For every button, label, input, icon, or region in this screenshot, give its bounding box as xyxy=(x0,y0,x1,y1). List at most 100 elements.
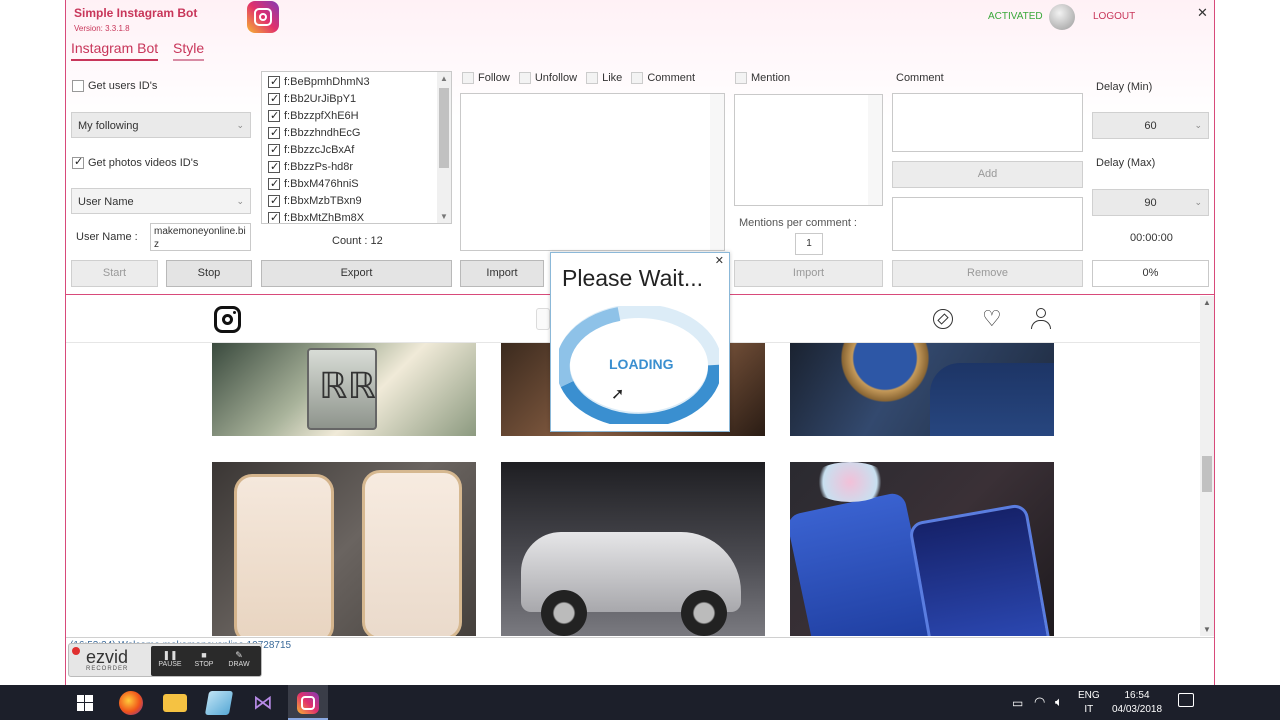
actions-textarea[interactable] xyxy=(460,93,725,251)
delay-max-label: Delay (Max) xyxy=(1096,157,1156,169)
list-item-checkbox[interactable] xyxy=(268,108,280,125)
source-select[interactable]: My following ⌄ xyxy=(71,112,251,138)
post-photo-watch[interactable] xyxy=(790,343,1054,436)
list-item-checkbox[interactable] xyxy=(268,125,280,142)
list-item-checkbox[interactable] xyxy=(268,210,280,223)
mode-select[interactable]: User Name ⌄ xyxy=(71,188,251,214)
search-input[interactable] xyxy=(536,308,550,330)
list-item-checkbox[interactable] xyxy=(268,74,280,91)
get-photos-videos-option[interactable]: Get photos videos ID's xyxy=(72,155,198,170)
list-item-checkbox[interactable] xyxy=(268,142,280,159)
firefox-icon[interactable] xyxy=(119,691,143,715)
compass-icon[interactable] xyxy=(933,309,953,329)
username-input[interactable]: makemoneyonline.biz xyxy=(150,223,251,251)
please-wait-dialog: ✕ Please Wait... LOADING ➚ xyxy=(550,252,730,432)
list-item[interactable]: f:Bb2UrJiBpY1 xyxy=(262,91,451,108)
get-users-ids-option[interactable]: Get users ID's xyxy=(72,80,157,93)
chevron-down-icon: ⌄ xyxy=(1194,197,1202,207)
profile-icon[interactable] xyxy=(1031,308,1051,330)
comment-input[interactable] xyxy=(892,93,1083,152)
start-button[interactable]: Start xyxy=(71,260,158,287)
comment-option-label: Comment xyxy=(647,72,696,85)
mention-option[interactable]: Mention xyxy=(735,72,790,85)
mentions-per-comment-input[interactable]: 1 xyxy=(795,233,823,255)
tab-instagram-bot[interactable]: Instagram Bot xyxy=(71,40,159,61)
comment-checkbox[interactable] xyxy=(631,72,644,85)
clock[interactable]: 16:54 04/03/2018 xyxy=(1108,689,1166,717)
stop-button[interactable]: Stop xyxy=(166,260,252,287)
scroll-down-icon[interactable]: ▼ xyxy=(440,212,448,221)
get-users-ids-checkbox[interactable] xyxy=(72,80,84,93)
scroll-down-icon[interactable]: ▼ xyxy=(1203,625,1211,634)
list-item[interactable]: f:BbzzPs-hd8r xyxy=(262,159,451,176)
heart-icon[interactable]: ♡ xyxy=(982,306,1002,332)
list-item[interactable]: f:BbxMtZhBm8X xyxy=(262,210,451,223)
delay-max-select[interactable]: 90 ⌄ xyxy=(1092,189,1209,216)
list-item[interactable]: f:BeBpmhDhmN3 xyxy=(262,74,451,91)
wifi-icon[interactable]: ◠ xyxy=(1034,694,1045,710)
taskbar-active-app[interactable] xyxy=(288,685,328,720)
mention-import-button[interactable]: Import xyxy=(734,260,883,287)
source-select-value: My following xyxy=(78,120,139,132)
close-icon[interactable]: ✕ xyxy=(715,254,724,267)
remove-comment-button[interactable]: Remove xyxy=(892,260,1083,287)
mention-scrollbar[interactable] xyxy=(868,95,882,205)
dialog-title: Please Wait... xyxy=(562,265,704,291)
avatar[interactable] xyxy=(1049,4,1075,30)
scrollbar-thumb[interactable] xyxy=(1202,456,1212,492)
scrollbar-thumb[interactable] xyxy=(439,88,449,168)
list-item-checkbox[interactable] xyxy=(268,159,280,176)
list-item[interactable]: f:BbxM476hniS xyxy=(262,176,451,193)
tab-style[interactable]: Style xyxy=(173,40,205,61)
stop-record-button[interactable]: ■ STOP xyxy=(188,649,220,673)
browser-scrollbar[interactable]: ▲ ▼ xyxy=(1200,296,1214,636)
chevron-down-icon: ⌄ xyxy=(236,196,244,206)
actions-scrollbar[interactable] xyxy=(710,94,724,250)
close-icon[interactable]: ✕ xyxy=(1197,5,1208,21)
timer-display: 00:00:00 xyxy=(1130,232,1173,244)
comment-list[interactable] xyxy=(892,197,1083,251)
scroll-up-icon[interactable]: ▲ xyxy=(440,74,448,83)
post-photo-car[interactable] xyxy=(501,462,765,636)
instagram-icon[interactable] xyxy=(214,306,241,333)
file-explorer-icon[interactable] xyxy=(163,694,187,712)
follow-checkbox[interactable] xyxy=(462,72,474,85)
list-item-checkbox[interactable] xyxy=(268,91,280,108)
delay-min-select[interactable]: 60 ⌄ xyxy=(1092,112,1209,139)
unfollow-checkbox[interactable] xyxy=(518,72,531,85)
scroll-up-icon[interactable]: ▲ xyxy=(1203,298,1211,307)
id-list-scrollbar[interactable]: ▲ ▼ xyxy=(437,72,451,223)
username-label: User Name : xyxy=(76,231,138,243)
cursor-icon: ➚ xyxy=(611,386,625,403)
get-photos-videos-checkbox[interactable] xyxy=(72,155,84,170)
mention-textarea[interactable] xyxy=(734,94,883,206)
list-item[interactable]: f:BbzzpfXhE6H xyxy=(262,108,451,125)
notes-app-icon[interactable] xyxy=(204,691,234,715)
list-item-checkbox[interactable] xyxy=(268,193,280,210)
like-checkbox[interactable] xyxy=(586,72,599,85)
add-comment-button[interactable]: Add xyxy=(892,161,1083,188)
volume-icon[interactable]: 🔈︎ xyxy=(1055,694,1063,710)
mention-checkbox[interactable] xyxy=(735,72,747,85)
language-indicator[interactable]: ENG IT xyxy=(1078,689,1100,717)
chevron-down-icon: ⌄ xyxy=(1194,120,1202,130)
list-item-checkbox[interactable] xyxy=(268,176,280,193)
post-photo-phone-cases[interactable] xyxy=(212,462,476,636)
notifications-icon[interactable] xyxy=(1178,693,1194,707)
recorder-overlay: ezvid RECORDER ❚❚ PAUSE ■ STOP ✎ DRAW xyxy=(68,643,262,677)
windows-start-icon[interactable] xyxy=(77,695,93,711)
post-photo-blue-phones[interactable] xyxy=(790,462,1054,636)
battery-icon[interactable]: ▭ xyxy=(1012,696,1023,710)
list-item[interactable]: f:BbxMzbTBxn9 xyxy=(262,193,451,210)
id-list[interactable]: f:BeBpmhDhmN3 f:Bb2UrJiBpY1 f:BbzzpfXhE6… xyxy=(261,71,452,224)
visual-studio-icon[interactable]: ⋈ xyxy=(251,691,275,715)
logout-link[interactable]: LOGOUT xyxy=(1093,11,1135,22)
import-button[interactable]: Import xyxy=(460,260,544,287)
pause-button[interactable]: ❚❚ PAUSE xyxy=(154,649,186,673)
like-label: Like xyxy=(602,72,623,85)
export-button[interactable]: Export xyxy=(261,260,452,287)
list-item[interactable]: f:BbzzhndhEcG xyxy=(262,125,451,142)
list-item[interactable]: f:BbzzcJcBxAf xyxy=(262,142,451,159)
draw-button[interactable]: ✎ DRAW xyxy=(222,649,256,673)
post-photo-rolls-royce-emblem[interactable]: ℝℝ xyxy=(212,343,476,436)
